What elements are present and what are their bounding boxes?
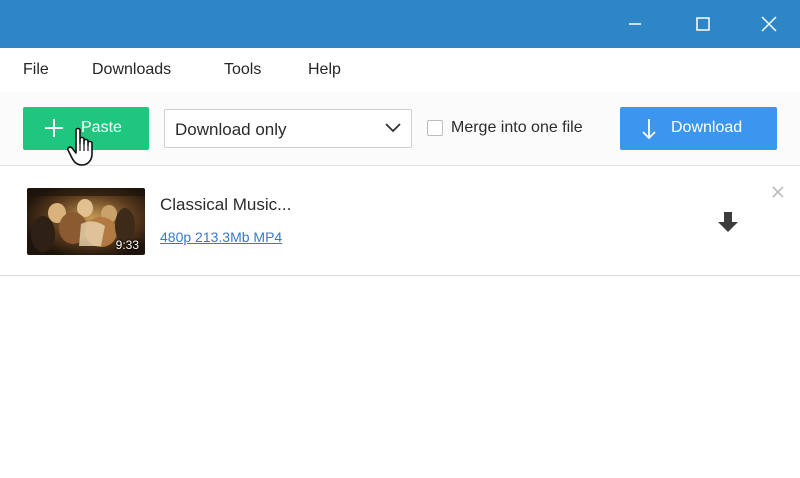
download-label: Download (671, 119, 743, 136)
merge-label[interactable]: Merge into one file (451, 119, 583, 137)
paste-button[interactable]: Paste (23, 107, 149, 166)
menu-file[interactable]: File (23, 61, 49, 79)
maximize-icon (696, 17, 710, 31)
maximize-button[interactable] (680, 0, 726, 48)
menu-tools[interactable]: Tools (224, 61, 261, 79)
minimize-icon (629, 23, 641, 25)
download-list-empty-area (0, 277, 800, 478)
hand-cursor-icon (67, 127, 93, 166)
download-button[interactable]: Download (620, 107, 777, 150)
close-button[interactable] (746, 0, 792, 48)
plus-icon (45, 119, 63, 137)
merge-checkbox[interactable] (427, 120, 443, 136)
menu-help[interactable]: Help (308, 61, 341, 79)
menu-bar: File Downloads Tools Help (0, 48, 800, 92)
close-icon[interactable] (771, 185, 785, 199)
list-item[interactable]: 9:33 Classical Music... 480p 213.3Mb MP4 (0, 166, 800, 276)
arrow-down-icon (642, 119, 656, 140)
menu-downloads[interactable]: Downloads (92, 61, 171, 79)
minimize-button[interactable] (612, 0, 658, 48)
format-select-value: Download only (175, 120, 287, 139)
video-duration: 9:33 (115, 238, 139, 252)
item-format-link[interactable]: 480p 213.3Mb MP4 (160, 229, 282, 245)
chevron-down-icon (385, 123, 401, 133)
toolbar: Paste Download only Merge into one file … (0, 92, 800, 166)
download-arrow-icon[interactable] (716, 210, 740, 234)
close-icon (761, 16, 777, 32)
format-select[interactable]: Download only (164, 109, 412, 148)
video-thumbnail: 9:33 (27, 188, 145, 255)
title-bar (0, 0, 800, 48)
item-title: Classical Music... (160, 195, 292, 214)
